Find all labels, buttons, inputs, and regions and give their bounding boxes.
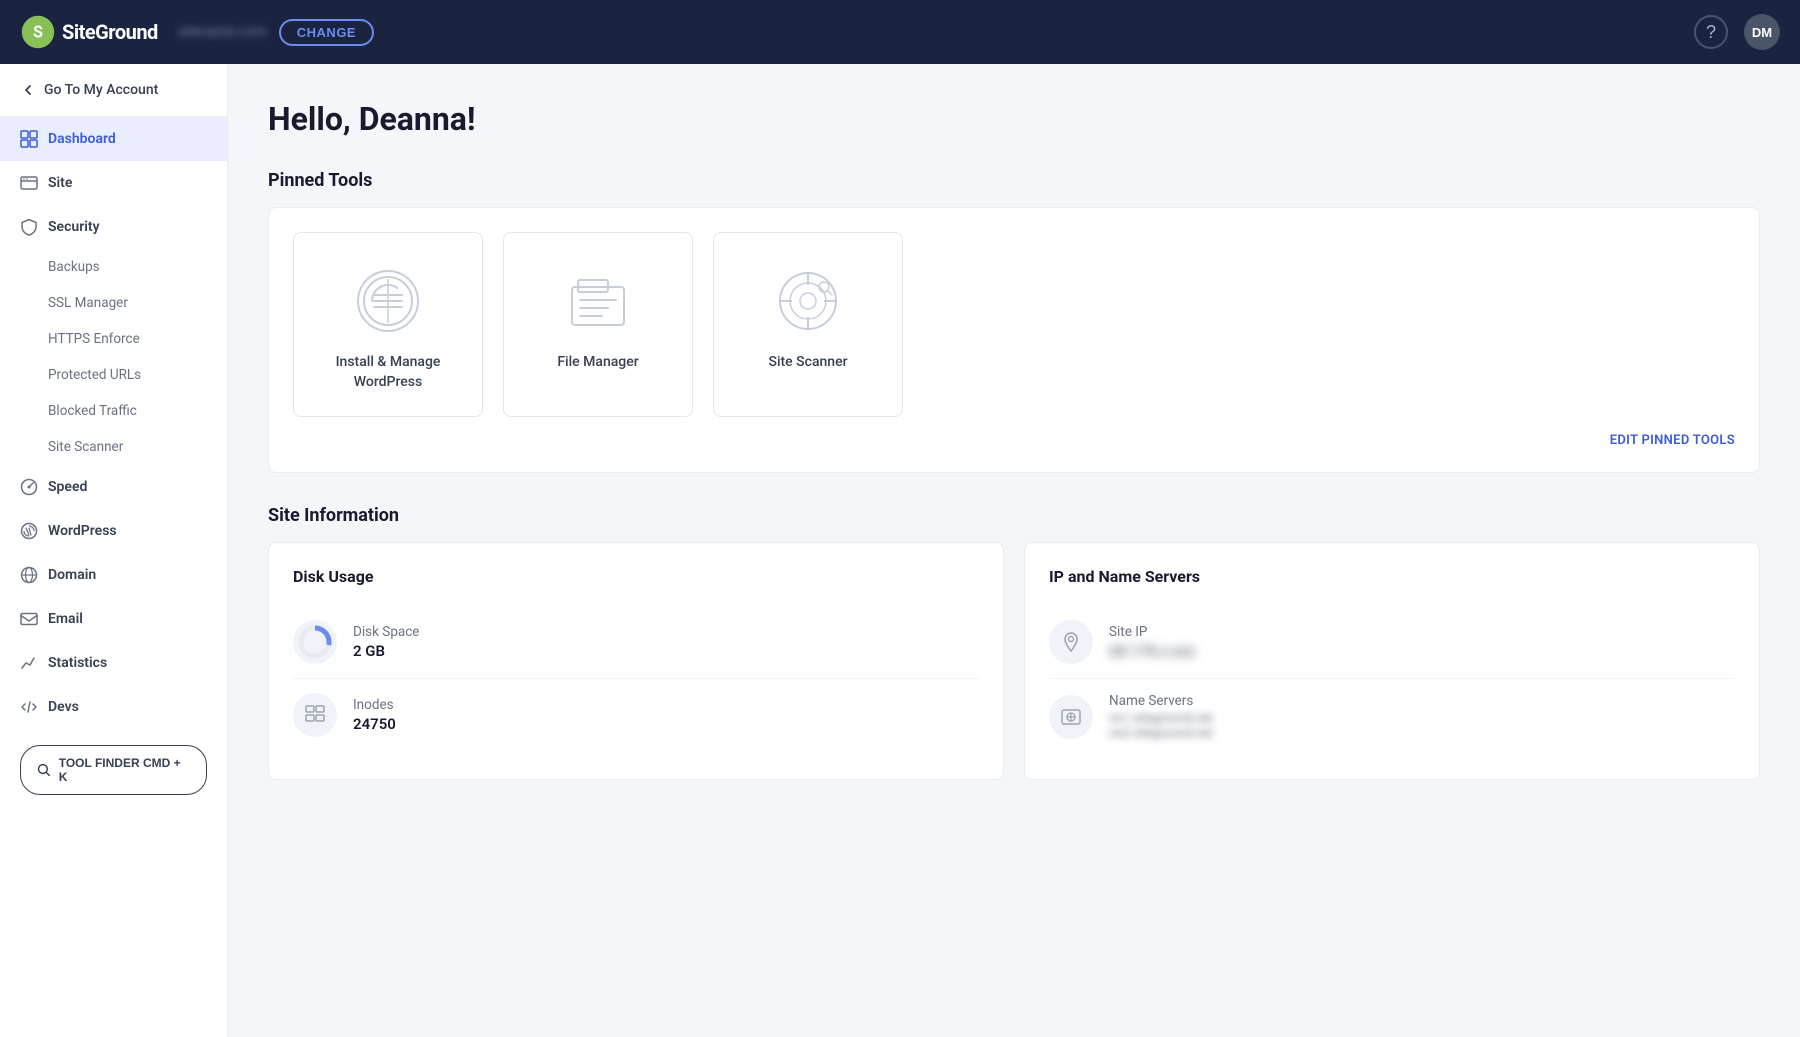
site-icon <box>20 174 38 192</box>
tool-finder-label: TOOL FINDER CMD + K <box>59 756 190 784</box>
statistics-icon <box>20 654 38 672</box>
sidebar-item-wordpress-label: WordPress <box>48 523 117 539</box>
sidebar-item-devs[interactable]: Devs <box>0 685 227 729</box>
sidebar-item-speed[interactable]: Speed <box>0 465 227 509</box>
inodes-icon <box>303 703 327 727</box>
security-icon <box>20 218 38 236</box>
back-arrow-icon <box>20 82 36 98</box>
name-server-1-value: ns1.siteground.net <box>1109 711 1213 726</box>
help-button[interactable]: ? <box>1694 15 1728 49</box>
wordpress-icon <box>20 522 38 540</box>
sidebar-item-dashboard-label: Dashboard <box>48 131 116 147</box>
disk-space-info: Disk Space 2 GB <box>353 624 419 660</box>
speed-icon <box>20 478 38 496</box>
logo-text: SiteGround <box>62 20 158 44</box>
name-servers-info: Name Servers ns1.siteground.net ns2.site… <box>1109 693 1213 741</box>
sidebar-subitem-backups[interactable]: Backups <box>0 249 227 285</box>
pinned-tool-wordpress-label: Install & Manage WordPress <box>310 353 466 392</box>
disk-space-value: 2 GB <box>353 642 419 660</box>
pinned-tools-grid: Install & Manage WordPress File Manager <box>293 232 1735 417</box>
disk-space-icon-wrap <box>293 620 337 664</box>
inodes-label: Inodes <box>353 697 396 713</box>
logo: S SiteGround <box>20 14 158 50</box>
sidebar-item-email[interactable]: Email <box>0 597 227 641</box>
wordpress-tool-icon <box>352 265 424 337</box>
devs-icon <box>20 698 38 716</box>
site-info-grid: Disk Usage Disk Space 2 GB <box>268 542 1760 780</box>
name-servers-icon-wrap <box>1049 695 1093 739</box>
disk-donut-icon <box>296 623 334 661</box>
dashboard-icon <box>20 130 38 148</box>
pinned-tools-card: Install & Manage WordPress File Manager <box>268 207 1760 473</box>
sidebar-item-site-label: Site <box>48 175 72 191</box>
location-pin-icon <box>1060 631 1082 653</box>
site-info-title: Site Information <box>268 505 1760 526</box>
inodes-icon-wrap <box>293 693 337 737</box>
edit-pinned-tools-link[interactable]: EDIT PINNED TOOLS <box>293 433 1735 448</box>
pinned-tool-site-scanner[interactable]: Site Scanner <box>713 232 903 417</box>
pinned-tool-site-scanner-label: Site Scanner <box>768 353 847 373</box>
navbar-domain: sitename.com <box>178 24 267 40</box>
site-ip-label: Site IP <box>1109 624 1195 640</box>
sidebar-item-security-label: Security <box>48 219 100 235</box>
site-ip-icon-wrap <box>1049 620 1093 664</box>
ip-name-servers-title: IP and Name Servers <box>1049 567 1735 586</box>
edit-pinned-tools-anchor[interactable]: EDIT PINNED TOOLS <box>1610 433 1735 448</box>
change-button[interactable]: CHANGE <box>279 19 374 46</box>
layout: Go To My Account Dashboard Site <box>0 64 1800 1037</box>
inodes-value: 24750 <box>353 715 396 733</box>
sidebar-item-security[interactable]: Security <box>0 205 227 249</box>
svg-text:S: S <box>33 22 43 41</box>
name-server-2-value: ns2.siteground.net <box>1109 726 1213 741</box>
sidebar-subitem-protected-urls[interactable]: Protected URLs <box>0 357 227 393</box>
name-servers-icon <box>1060 706 1082 728</box>
disk-usage-card: Disk Usage Disk Space 2 GB <box>268 542 1004 780</box>
sidebar-item-devs-label: Devs <box>48 699 79 715</box>
sidebar-item-statistics-label: Statistics <box>48 655 107 671</box>
site-scanner-tool-icon <box>772 265 844 337</box>
disk-usage-title: Disk Usage <box>293 567 979 586</box>
sidebar-subitem-https[interactable]: HTTPS Enforce <box>0 321 227 357</box>
pinned-tool-wordpress[interactable]: Install & Manage WordPress <box>293 232 483 417</box>
sidebar-item-speed-label: Speed <box>48 479 87 495</box>
site-ip-row: Site IP 68.178.x.xxx <box>1049 606 1735 679</box>
inodes-info: Inodes 24750 <box>353 697 396 733</box>
file-manager-tool-icon <box>562 265 634 337</box>
page-title: Hello, Deanna! <box>268 100 1760 138</box>
sidebar-subitem-site-scanner[interactable]: Site Scanner <box>0 429 227 465</box>
name-servers-row: Name Servers ns1.siteground.net ns2.site… <box>1049 679 1735 755</box>
sidebar-item-domain-label: Domain <box>48 567 96 583</box>
sidebar-subitem-blocked-traffic[interactable]: Blocked Traffic <box>0 393 227 429</box>
pinned-tool-file-manager[interactable]: File Manager <box>503 232 693 417</box>
sidebar-item-site[interactable]: Site <box>0 161 227 205</box>
site-ip-info: Site IP 68.178.x.xxx <box>1109 624 1195 660</box>
sidebar-item-domain[interactable]: Domain <box>0 553 227 597</box>
pinned-tool-file-manager-label: File Manager <box>557 353 638 373</box>
main-content: Hello, Deanna! Pinned Tools Install & Ma… <box>228 64 1800 1037</box>
domain-icon <box>20 566 38 584</box>
sidebar-item-wordpress[interactable]: WordPress <box>0 509 227 553</box>
ip-name-servers-card: IP and Name Servers Site IP 68.178.x.xxx <box>1024 542 1760 780</box>
pinned-tools-title: Pinned Tools <box>268 170 1760 191</box>
email-icon <box>20 610 38 628</box>
navbar-right: ? DM <box>1694 14 1780 50</box>
sidebar-subitem-ssl[interactable]: SSL Manager <box>0 285 227 321</box>
sidebar-item-statistics[interactable]: Statistics <box>0 641 227 685</box>
name-servers-label: Name Servers <box>1109 693 1213 709</box>
tool-finder-icon <box>37 763 51 777</box>
sidebar: Go To My Account Dashboard Site <box>0 64 228 1037</box>
sidebar-item-dashboard[interactable]: Dashboard <box>0 117 227 161</box>
avatar-button[interactable]: DM <box>1744 14 1780 50</box>
go-back-label: Go To My Account <box>44 82 158 98</box>
inodes-row: Inodes 24750 <box>293 679 979 751</box>
disk-space-label: Disk Space <box>353 624 419 640</box>
disk-space-row: Disk Space 2 GB <box>293 606 979 679</box>
tool-finder-button[interactable]: TOOL FINDER CMD + K <box>20 745 207 795</box>
navbar: S SiteGround sitename.com CHANGE ? DM <box>0 0 1800 64</box>
go-back-link[interactable]: Go To My Account <box>0 64 227 117</box>
logo-icon: S <box>20 14 56 50</box>
site-ip-value: 68.178.x.xxx <box>1109 642 1195 660</box>
sidebar-item-email-label: Email <box>48 611 83 627</box>
